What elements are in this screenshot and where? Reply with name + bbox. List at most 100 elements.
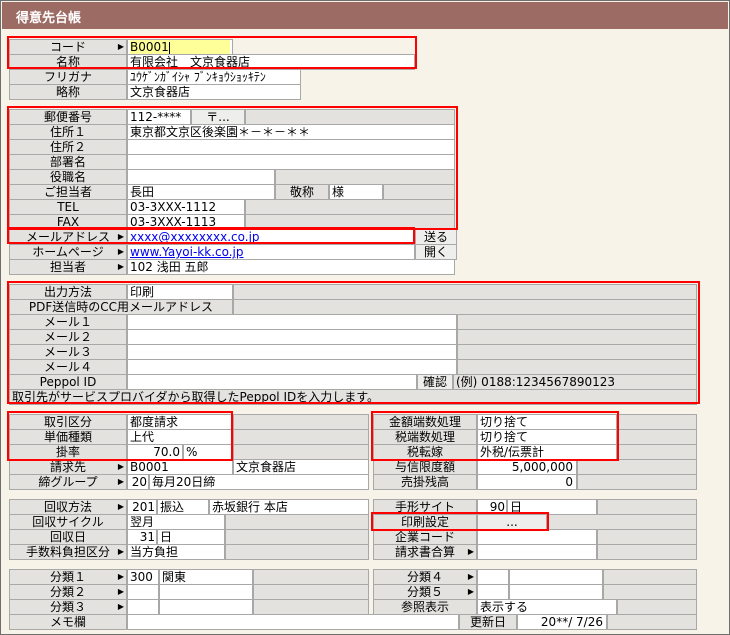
- open-homepage-button[interactable]: 開く: [415, 244, 457, 260]
- arrow-right-icon: ▶: [117, 502, 124, 511]
- peppol-id-field[interactable]: [127, 374, 417, 390]
- collection-cycle-label: 回収サイクル: [9, 514, 127, 530]
- arrow-right-icon: ▶: [117, 572, 124, 581]
- tax-transfer-field[interactable]: 外税/伝票計: [477, 444, 617, 460]
- category3-code-field[interactable]: [127, 599, 159, 615]
- name-field[interactable]: 有限会社 文京食器店: [127, 54, 415, 70]
- code-label: コード ▶: [9, 39, 127, 55]
- credit-limit-field[interactable]: 5,000,000: [477, 459, 577, 475]
- mail-address-label: メールアドレス ▶: [9, 229, 127, 245]
- arrow-right-icon: ▶: [117, 602, 124, 611]
- invoice-consolidation-label: 請求書合算 ▶: [373, 544, 477, 560]
- collection-day-field[interactable]: 31: [127, 529, 157, 545]
- mail-address-field[interactable]: xxxx@xxxxxxxx.co.jp: [127, 229, 415, 245]
- contact-person-field[interactable]: 長田: [127, 184, 275, 200]
- fee-burden-filler: [225, 544, 369, 560]
- fee-burden-field[interactable]: 当方負担: [127, 544, 225, 560]
- mail2-label: メール２: [9, 329, 127, 345]
- peppol-note: 取引先がサービスプロバイダから取得したPeppol IDを入力します。: [9, 389, 697, 405]
- mail2-field[interactable]: [127, 329, 457, 345]
- postal-label: 郵便番号: [9, 109, 127, 125]
- transaction-type-filler: [233, 414, 369, 430]
- category2-code-field[interactable]: [127, 584, 159, 600]
- price-type-filler: [233, 429, 369, 445]
- collection-method-code-field[interactable]: 201: [127, 499, 157, 515]
- category5-name: [509, 584, 603, 600]
- print-settings-filler: [547, 514, 697, 530]
- ar-balance-value: 0: [477, 474, 577, 490]
- address1-field[interactable]: 東京都文京区後楽園＊－＊－＊＊: [127, 124, 455, 140]
- memo-field[interactable]: [127, 614, 459, 630]
- collection-bank-name: 赤坂銀行 本店: [209, 499, 369, 515]
- reference-display-filler: [617, 599, 697, 615]
- tel-field[interactable]: 03-3XXX-1112: [127, 199, 245, 215]
- note-site-field[interactable]: 90: [477, 499, 507, 515]
- memo-label: メモ欄: [9, 614, 127, 630]
- mail4-filler: [457, 359, 697, 375]
- arrow-right-icon: ▶: [117, 462, 124, 471]
- mail3-field[interactable]: [127, 344, 457, 360]
- mail4-field[interactable]: [127, 359, 457, 375]
- mail1-filler: [457, 314, 697, 330]
- honorific-field[interactable]: 様: [329, 184, 383, 200]
- peppol-confirm-button[interactable]: 確認: [417, 374, 453, 390]
- department-field[interactable]: [127, 154, 455, 170]
- furigana-label: フリガナ: [9, 69, 127, 85]
- mail3-label: メール３: [9, 344, 127, 360]
- fax-filler: [245, 214, 455, 230]
- staff-field[interactable]: 102 浅田 五郎: [127, 259, 455, 275]
- tax-rounding-field[interactable]: 切り捨て: [477, 429, 617, 445]
- rate-field[interactable]: 70.0: [127, 444, 183, 460]
- closing-group-label: 締グループ ▶: [9, 474, 127, 490]
- updated-date-label: 更新日: [459, 614, 517, 630]
- peppol-id-label: Peppol ID: [9, 374, 127, 390]
- company-code-label: 企業コード: [373, 529, 477, 545]
- job-title-field[interactable]: [127, 169, 275, 185]
- furigana-field[interactable]: ﾕｳｹﾞﾝｶﾞｲｼｬ ﾌﾞﾝｷｮｳｼｮｯｷﾃﾝ: [127, 69, 301, 85]
- arrow-right-icon: ▶: [117, 587, 124, 596]
- category1-code-field[interactable]: 300: [127, 569, 159, 585]
- reference-display-field[interactable]: 表示する: [477, 599, 617, 615]
- short-name-label: 略称: [9, 84, 127, 100]
- code-field[interactable]: B0001: [127, 39, 233, 55]
- note-site-label: 手形サイト: [373, 499, 477, 515]
- print-settings-button[interactable]: ...: [477, 514, 547, 530]
- collection-day-filler: [225, 529, 369, 545]
- collection-cycle-field[interactable]: 翌月: [127, 514, 225, 530]
- category4-code-field[interactable]: [477, 569, 509, 585]
- transaction-type-field[interactable]: 都度請求: [127, 414, 233, 430]
- category3-label: 分類３ ▶: [9, 599, 127, 615]
- fax-field[interactable]: 03-3XXX-1113: [127, 214, 245, 230]
- category5-code-field[interactable]: [477, 584, 509, 600]
- mail1-label: メール１: [9, 314, 127, 330]
- postal-field[interactable]: 112-****: [127, 109, 191, 125]
- category1-name: 関東: [159, 569, 253, 585]
- category5-label: 分類５ ▶: [373, 584, 477, 600]
- cc-mail-label: PDF送信時のCC用メールアドレス: [9, 299, 233, 315]
- tax-rounding-filler: [617, 429, 697, 445]
- bill-to-name: 文京食器店: [233, 459, 369, 475]
- price-type-field[interactable]: 上代: [127, 429, 233, 445]
- collection-method-name: 振込: [157, 499, 209, 515]
- address2-field[interactable]: [127, 139, 455, 155]
- amount-rounding-field[interactable]: 切り捨て: [477, 414, 617, 430]
- invoice-consolidation-field[interactable]: [477, 544, 597, 560]
- category1-label: 分類１ ▶: [9, 569, 127, 585]
- postal-lookup-button[interactable]: 〒...: [191, 109, 245, 125]
- mail1-field[interactable]: [127, 314, 457, 330]
- title-bar: 得意先台帳: [2, 2, 728, 29]
- closing-group-name: 毎月20日締: [149, 474, 369, 490]
- company-code-field[interactable]: [477, 529, 597, 545]
- peppol-example: (例) 0188:1234567890123: [453, 374, 697, 390]
- short-name-field[interactable]: 文京食器店: [127, 84, 301, 100]
- amount-rounding-label: 金額端数処理: [373, 414, 477, 430]
- bill-to-code-field[interactable]: B0001: [127, 459, 233, 475]
- category3-filler: [253, 599, 369, 615]
- send-mail-button[interactable]: 送る: [415, 229, 457, 245]
- homepage-field[interactable]: www.Yayoi-kk.co.jp: [127, 244, 415, 260]
- mail2-filler: [457, 329, 697, 345]
- output-method-field[interactable]: 印刷: [127, 284, 233, 300]
- collection-cycle-filler: [225, 514, 369, 530]
- closing-group-code-field[interactable]: 20: [127, 474, 149, 490]
- arrow-right-icon: ▶: [117, 42, 124, 51]
